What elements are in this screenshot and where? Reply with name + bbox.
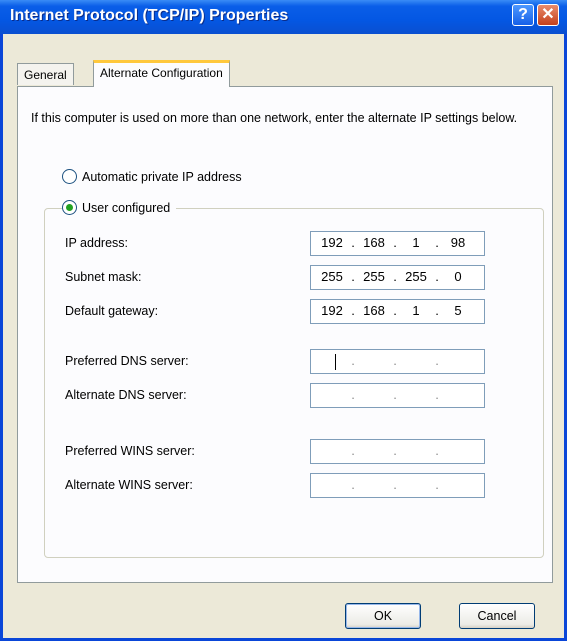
octet: 1 — [412, 235, 420, 250]
octet-separator: . — [351, 235, 355, 250]
preferred-dns-field[interactable]: . . . — [310, 349, 485, 374]
description-text: If this computer is used on more than on… — [31, 111, 518, 125]
octet-separator: . — [351, 303, 355, 318]
octet-separator: . — [393, 443, 397, 458]
octet-separator: . — [351, 353, 355, 368]
tab-alternate-configuration[interactable]: Alternate Configuration — [93, 60, 230, 87]
default-gateway-field[interactable]: 192. 168. 1. 5 — [310, 299, 485, 324]
window-title: Internet Protocol (TCP/IP) Properties — [10, 7, 289, 24]
user-configured-option[interactable]: User configured — [62, 199, 177, 217]
octet-separator: . — [435, 477, 439, 492]
octet-separator: . — [393, 387, 397, 402]
octet: 168 — [363, 303, 385, 318]
preferred-wins-label: Preferred WINS server: — [65, 444, 195, 458]
preferred-wins-field[interactable]: . . . — [310, 439, 485, 464]
user-configured-radio[interactable] — [62, 200, 77, 216]
subnet-mask-label: Subnet mask: — [65, 270, 142, 284]
octet-separator: . — [393, 269, 397, 284]
octet-separator: . — [351, 477, 355, 492]
octet: 192 — [321, 303, 343, 318]
tab-panel: If this computer is used on more than on… — [17, 86, 553, 583]
title-bar[interactable]: Internet Protocol (TCP/IP) Properties ? … — [0, 0, 567, 34]
octet-separator: . — [393, 477, 397, 492]
alternate-wins-label: Alternate WINS server: — [65, 478, 193, 492]
octet-separator: . — [435, 353, 439, 368]
alternate-dns-field[interactable]: . . . — [310, 383, 485, 408]
properties-dialog: Internet Protocol (TCP/IP) Properties ? … — [0, 0, 567, 641]
octet: 168 — [363, 235, 385, 250]
octet: 98 — [450, 235, 466, 250]
close-button[interactable]: ✕ — [537, 4, 559, 26]
tab-general[interactable]: General — [17, 63, 74, 85]
octet-separator: . — [435, 443, 439, 458]
help-button[interactable]: ? — [512, 4, 534, 26]
user-configured-label: User configured — [82, 201, 171, 215]
octet-separator: . — [393, 353, 397, 368]
octet-separator: . — [393, 235, 397, 250]
cancel-button[interactable]: Cancel — [459, 603, 535, 629]
ok-button[interactable]: OK — [345, 603, 421, 629]
ip-address-label: IP address: — [65, 236, 129, 250]
default-gateway-label: Default gateway: — [65, 304, 159, 318]
octet: 255 — [321, 269, 343, 284]
octet-separator: . — [393, 303, 397, 318]
octet: 255 — [363, 269, 385, 284]
automatic-radio[interactable] — [62, 169, 77, 185]
octet-separator: . — [435, 303, 439, 318]
octet: 192 — [321, 235, 343, 250]
alternate-dns-label: Alternate DNS server: — [65, 388, 187, 402]
octet-separator: . — [435, 387, 439, 402]
automatic-label: Automatic private IP address — [82, 170, 242, 184]
octet: 5 — [454, 303, 462, 318]
octet-separator: . — [435, 235, 439, 250]
text-caret — [335, 354, 336, 370]
octet-separator: . — [351, 443, 355, 458]
alternate-wins-field[interactable]: . . . — [310, 473, 485, 498]
octet: 255 — [405, 269, 427, 284]
ip-address-field[interactable]: 192. 168. 1. 98 — [310, 231, 485, 256]
octet-separator: . — [351, 387, 355, 402]
automatic-private-ip-option[interactable]: Automatic private IP address — [62, 168, 242, 186]
preferred-dns-label: Preferred DNS server: — [65, 354, 189, 368]
subnet-mask-field[interactable]: 255. 255. 255. 0 — [310, 265, 485, 290]
octet: 1 — [412, 303, 420, 318]
octet: 0 — [454, 269, 462, 284]
octet-separator: . — [351, 269, 355, 284]
octet-separator: . — [435, 269, 439, 284]
